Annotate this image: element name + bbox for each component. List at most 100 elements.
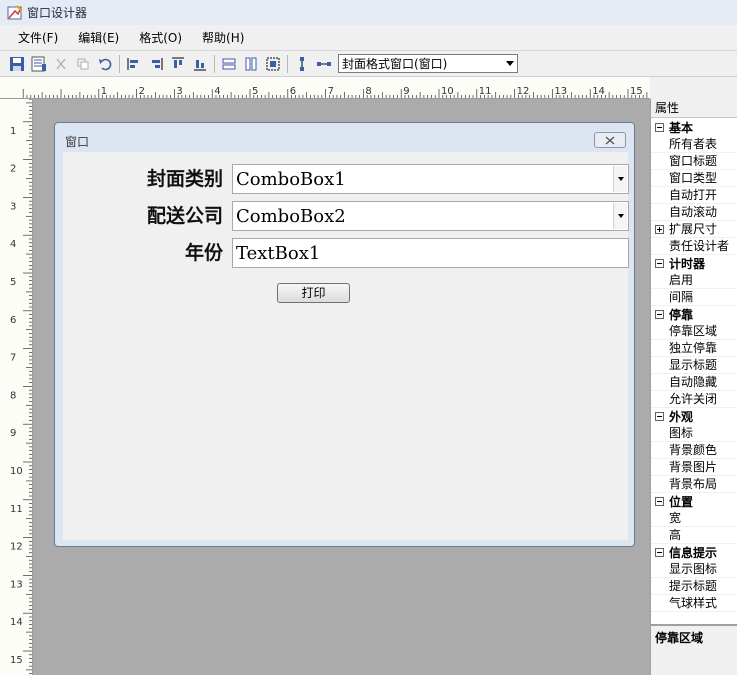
property-item[interactable]: 扩展尺寸 [651, 221, 737, 238]
property-item-label: 所有者表 [669, 136, 718, 151]
property-item-label: 独立停靠 [669, 340, 718, 355]
same-height-button[interactable] [240, 53, 262, 75]
copy-button[interactable] [72, 53, 94, 75]
cut-button[interactable] [50, 53, 72, 75]
property-group[interactable]: 信息提示 [651, 544, 737, 561]
property-description: 停靠区域 [651, 624, 737, 675]
property-item-label: 扩展尺寸 [669, 221, 718, 236]
collapse-icon[interactable] [655, 123, 664, 132]
property-item[interactable]: 高 [651, 527, 737, 544]
align-top-button[interactable] [167, 53, 189, 75]
property-item[interactable]: 窗口类型 [651, 170, 737, 187]
property-group-label: 停靠 [669, 308, 694, 322]
property-list: 基本 所有者表窗口标题 窗口类型 自动打开自动滚动 扩展尺寸责任设计者 计时器 启用 间隔停靠… [651, 119, 737, 612]
toolbar-separator [214, 54, 215, 73]
property-item[interactable]: 背景颜色 [651, 442, 737, 459]
align-right-button[interactable] [145, 53, 167, 75]
same-size-button[interactable] [262, 53, 284, 75]
property-item[interactable]: 显示图标 [651, 561, 737, 578]
property-item-label: 间隔 [669, 289, 694, 304]
ruler-label: 9 [403, 86, 409, 97]
year-value: TextBox1 [236, 242, 321, 264]
property-item[interactable]: 启用 [651, 272, 737, 289]
menu-format[interactable]: 格式(O) [129, 27, 192, 49]
property-group[interactable]: 位置 [651, 493, 737, 510]
ruler-label: 4 [10, 239, 16, 250]
save-icon [10, 56, 24, 71]
property-item[interactable]: 背景图片 [651, 459, 737, 476]
ruler-label: 14 [10, 617, 23, 628]
collapse-icon[interactable] [655, 548, 664, 557]
property-item[interactable]: 停靠区域 [651, 323, 737, 340]
delivery-company-label: 配送公司 [146, 205, 223, 227]
chevron-down-icon[interactable] [613, 166, 627, 192]
menu-edit[interactable]: 编辑(E) [68, 27, 129, 49]
chevron-down-icon[interactable] [503, 55, 517, 72]
property-group-label: 外观 [669, 410, 694, 424]
menu-help[interactable]: 帮助(H) [192, 27, 254, 49]
ruler-label: 3 [10, 201, 16, 212]
properties-header: 属性 [651, 99, 737, 118]
align-left-button[interactable] [123, 53, 145, 75]
property-item[interactable]: 提示标题 [651, 578, 737, 595]
property-item-label: 自动打开 [669, 187, 718, 202]
collapse-icon[interactable] [655, 412, 664, 421]
cover-category-label: 封面类别 [146, 168, 223, 190]
delivery-company-combobox[interactable]: ComboBox2 [232, 201, 629, 231]
save-button[interactable] [6, 53, 28, 75]
property-item-label: 背景图片 [669, 459, 718, 474]
property-item[interactable]: 自动滚动 [651, 204, 737, 221]
same-width-button[interactable] [218, 53, 240, 75]
property-item[interactable]: 宽 [651, 510, 737, 527]
window-select-combo[interactable]: 封面格式窗口(窗口) [338, 54, 518, 73]
designer-app-icon [7, 4, 23, 19]
property-group[interactable]: 外观 [651, 408, 737, 425]
property-item[interactable]: 背景布局 [651, 476, 737, 493]
property-item[interactable]: 窗口标题 [651, 153, 737, 170]
designed-window-close-button[interactable] [594, 132, 626, 148]
designed-window[interactable]: 窗口 封面类别 ComboBox1 配送公司 ComboBox2 年份 Text… [54, 122, 635, 547]
property-group[interactable]: 基本 [651, 119, 737, 136]
property-group[interactable]: 停靠 [651, 306, 737, 323]
year-textbox[interactable]: TextBox1 [232, 238, 629, 268]
designed-window-title: 窗口 [65, 135, 90, 149]
vertical-spacing-icon [300, 56, 304, 71]
property-group[interactable]: 计时器 [651, 255, 737, 272]
menu-file[interactable]: 文件(F) [8, 27, 68, 49]
vertical-spacing-button[interactable] [291, 53, 313, 75]
property-group-label: 位置 [669, 495, 694, 509]
property-item[interactable]: 间隔 [651, 289, 737, 306]
collapse-icon[interactable] [655, 497, 664, 506]
align-bottom-button[interactable] [189, 53, 211, 75]
ruler-label: 11 [479, 86, 492, 97]
horizontal-spacing-button[interactable] [313, 53, 335, 75]
ruler-label: 1 [101, 86, 107, 97]
property-item[interactable]: 显示标题 [651, 357, 737, 374]
property-item-label: 显示图标 [669, 561, 718, 576]
horizontal-spacing-icon [317, 61, 331, 66]
property-item[interactable]: 责任设计者 [651, 238, 737, 255]
property-item[interactable]: 允许关闭 [651, 391, 737, 408]
property-item[interactable]: 自动隐藏 [651, 374, 737, 391]
cover-category-value: ComboBox1 [236, 168, 346, 190]
undo-button[interactable] [94, 53, 116, 75]
property-item-label: 背景布局 [669, 476, 718, 491]
properties-button[interactable] [28, 53, 50, 75]
property-item[interactable]: 气球样式 [651, 595, 737, 612]
designed-window-client[interactable]: 封面类别 ComboBox1 配送公司 ComboBox2 年份 TextBox… [63, 152, 629, 540]
collapse-icon[interactable] [655, 259, 664, 268]
collapse-icon[interactable] [655, 310, 664, 319]
expand-icon[interactable] [655, 224, 664, 234]
print-button[interactable]: 打印 [277, 283, 350, 303]
ruler-label: 5 [10, 277, 16, 288]
chevron-down-icon[interactable] [613, 203, 627, 229]
align-left-icon [127, 57, 138, 70]
property-item[interactable]: 图标 [651, 425, 737, 442]
property-item[interactable]: 独立停靠 [651, 340, 737, 357]
property-item[interactable]: 所有者表 [651, 136, 737, 153]
toolbar-separator [287, 54, 288, 73]
cover-category-combobox[interactable]: ComboBox1 [232, 164, 629, 194]
ruler-label: 4 [214, 86, 220, 97]
property-item[interactable]: 自动打开 [651, 187, 737, 204]
cut-icon [56, 58, 66, 69]
